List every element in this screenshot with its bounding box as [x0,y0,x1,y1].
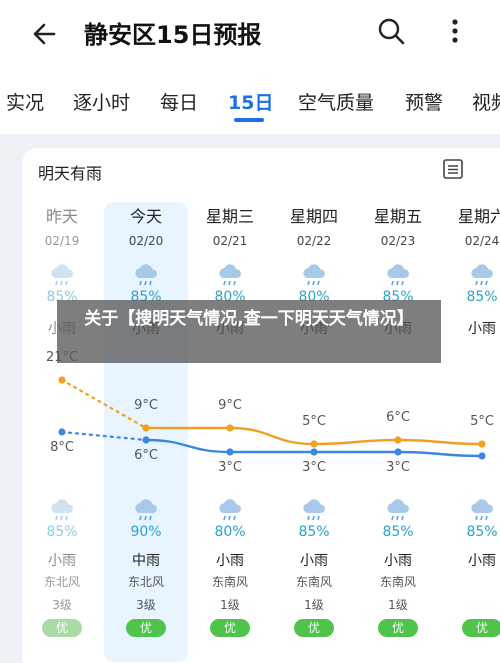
forecast-card: 明天有雨 昨天02/1985%小雨21°C8°C85%小雨东北风3级优今天02/… [22,148,500,663]
high-temp-label: 9°C [134,398,158,413]
night-precip-chance: 85% [382,524,414,540]
night-precip-chance: 85% [298,524,330,540]
low-temp-label: 3°C [302,460,326,475]
wind-direction: 东南风 [379,575,416,589]
wind-level: 1级 [220,598,240,612]
page-title: 静安区15日预报 [84,21,262,49]
wind-direction: 东北风 [127,575,164,589]
forecast-day-4[interactable]: 星期五02/2385%小雨6°C3°C85%小雨东南风1级优 [356,148,440,663]
night-precip-chance: 85% [46,524,78,540]
air-quality-badge: 优 [294,619,334,637]
forecast-day-3[interactable]: 星期四02/2280%小雨5°C3°C85%小雨东南风1级优 [272,148,356,663]
date-label: 02/21 [212,234,248,248]
night-precip-chance: 80% [214,524,246,540]
rain-icon [471,499,493,521]
low-temp-label: 3°C [386,460,410,475]
search-icon[interactable] [376,16,406,46]
forecast-day-5[interactable]: 星期六 02/24 85% 小雨 5°C 85% 小雨优 [440,148,500,663]
low-temp-label: 3°C [218,460,242,475]
active-tab-indicator [234,118,264,122]
high-temp-label: 5°C [302,414,326,429]
tab-air-quality[interactable]: 空气质量 [298,88,374,115]
day-label: 星期五 [373,207,422,226]
day-label: 星期六 [457,207,500,226]
tab-15day[interactable]: 15日 [228,88,273,115]
rain-icon [135,499,157,521]
night-condition: 小雨 [384,553,412,569]
light-rain-icon [51,264,73,286]
light-rain-icon [135,264,157,286]
air-quality-badge: 优 [126,619,166,637]
rain-icon [51,499,73,521]
high-temp-label: 6°C [386,410,410,425]
day-condition: 小雨 [468,321,496,337]
date-label: 02/23 [380,234,416,248]
more-options-icon[interactable] [440,16,470,46]
tab-warning[interactable]: 预警 [405,88,443,115]
night-condition: 小雨 [468,553,496,569]
date-label: 02/22 [296,234,332,248]
rain-icon [303,499,325,521]
forecast-day-1[interactable]: 今天02/2085%小雨9°C6°C90%中雨东北风3级优 [104,148,188,663]
night-condition: 小雨 [48,553,76,569]
night-condition: 小雨 [216,553,244,569]
date-label: 02/19 [44,234,80,248]
top-bar: 静安区15日预报 [0,0,500,66]
day-label: 今天 [129,207,162,226]
tab-bar: 实况 逐小时 每日 15日 空气质量 预警 视频 [0,80,500,124]
overlay-caption: 关于【搜明天气情况,查一下明天天气情况】 [57,300,441,363]
air-quality-badge: 优 [462,619,500,637]
wind-level: 1级 [388,598,408,612]
light-rain-icon [471,264,493,286]
date-label: 02/24 [464,234,500,248]
back-arrow-icon[interactable] [30,18,62,50]
tab-live[interactable]: 实况 [6,88,44,115]
rain-icon [219,499,241,521]
high-temp-label: 9°C [218,398,242,413]
air-quality-badge: 优 [210,619,250,637]
tab-daily[interactable]: 每日 [160,88,198,115]
night-precip-chance: 85% [466,524,498,540]
tab-video[interactable]: 视频 [472,88,500,115]
date-label: 02/20 [128,234,164,248]
air-quality-badge: 优 [378,619,418,637]
night-condition: 中雨 [132,553,160,569]
forecast-day-0[interactable]: 昨天02/1985%小雨21°C8°C85%小雨东北风3级优 [22,148,104,663]
light-rain-icon [387,264,409,286]
low-temp-label: 8°C [50,440,74,455]
day-precip-chance: 85% [466,289,498,305]
day-label: 星期四 [289,207,338,226]
light-rain-icon [303,264,325,286]
night-condition: 小雨 [300,553,328,569]
wind-level: 3级 [52,598,72,612]
wind-level: 1级 [304,598,324,612]
day-label: 星期三 [205,207,254,226]
high-temp-label: 5°C [470,414,494,429]
tab-hourly[interactable]: 逐小时 [73,88,130,115]
wind-direction: 东南风 [211,575,248,589]
forecast-day-2[interactable]: 星期三02/2180%小雨9°C3°C80%小雨东南风1级优 [188,148,272,663]
wind-direction: 东北风 [43,575,80,589]
light-rain-icon [219,264,241,286]
day-label: 昨天 [45,207,78,226]
rain-icon [387,499,409,521]
air-quality-badge: 优 [42,619,82,637]
night-precip-chance: 90% [130,524,162,540]
wind-level: 3级 [136,598,156,612]
low-temp-label: 6°C [134,448,158,463]
wind-direction: 东南风 [295,575,332,589]
